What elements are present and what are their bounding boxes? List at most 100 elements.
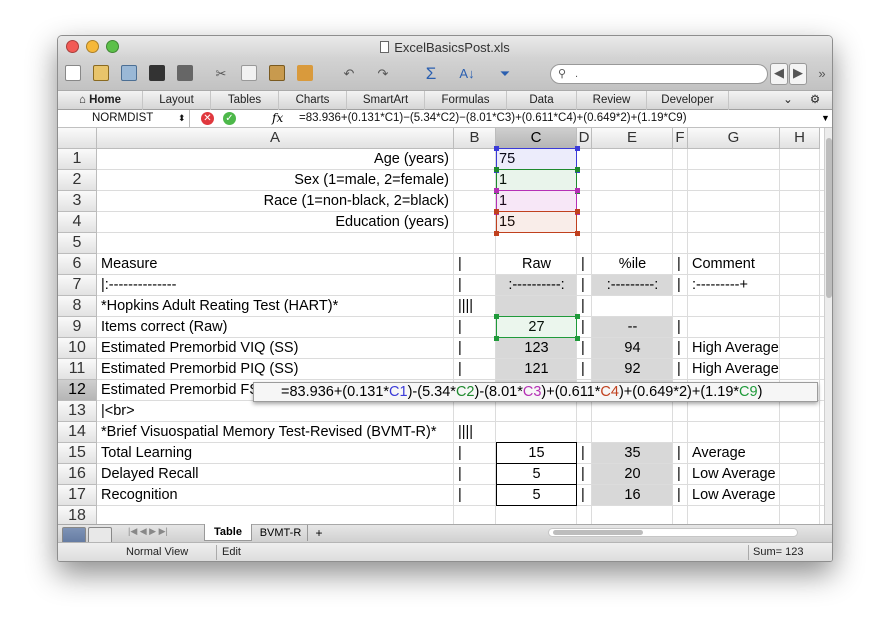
cell-a6[interactable]: Measure	[97, 254, 454, 274]
tab-data[interactable]: Data	[507, 91, 577, 110]
cell-a15[interactable]: Total Learning	[97, 443, 454, 463]
cell-g7[interactable]: :---------+	[688, 275, 780, 295]
cell-a7[interactable]: |:--------------	[97, 275, 454, 295]
cell-c7[interactable]: :----------:	[496, 275, 577, 295]
row-header-5[interactable]: 5	[58, 233, 97, 254]
sheet-tab-bvmt-r[interactable]: BVMT-R	[254, 525, 308, 541]
cell-e16[interactable]: 20	[592, 464, 673, 484]
reference-handle[interactable]	[494, 188, 499, 193]
cell-e15[interactable]: 35	[592, 443, 673, 463]
cell-b8[interactable]: ||||	[454, 296, 496, 316]
row-header-13[interactable]: 13	[58, 401, 97, 422]
templates-button[interactable]	[90, 63, 112, 85]
cell-d8[interactable]: |	[577, 296, 592, 316]
cell-g10[interactable]: High Average	[688, 338, 780, 358]
row-header-18[interactable]: 18	[58, 506, 97, 524]
cell-d7[interactable]: |	[577, 275, 592, 295]
cell-e11[interactable]: 92	[592, 359, 673, 379]
print-button[interactable]	[174, 63, 196, 85]
ribbon-settings-gear-icon[interactable]: ⚙	[802, 91, 828, 110]
column-header-c[interactable]: C	[496, 128, 577, 149]
open-button[interactable]	[118, 63, 140, 85]
cell-b14[interactable]: ||||	[454, 422, 496, 442]
filter-button[interactable]: ⏷	[490, 63, 520, 85]
new-workbook-button[interactable]	[62, 63, 84, 85]
cell-a8[interactable]: *Hopkins Adult Reating Test (HART)*	[97, 296, 454, 316]
select-all-corner[interactable]	[58, 128, 97, 149]
cell-e7[interactable]: :---------:	[592, 275, 673, 295]
row-header-10[interactable]: 10	[58, 338, 97, 359]
cell-d16[interactable]: |	[577, 464, 592, 484]
reference-handle[interactable]	[494, 231, 499, 236]
cell-a13[interactable]: |<br>	[97, 401, 454, 421]
cell-a17[interactable]: Recognition	[97, 485, 454, 505]
cell-g11[interactable]: High Average	[688, 359, 780, 379]
reference-handle[interactable]	[575, 146, 580, 151]
reference-handle[interactable]	[575, 231, 580, 236]
reference-handle[interactable]	[494, 167, 499, 172]
cell-e6[interactable]: %ile	[592, 254, 673, 274]
sort-button[interactable]: A↓	[452, 63, 482, 85]
cell-b7[interactable]: |	[454, 275, 496, 295]
reference-handle[interactable]	[575, 209, 580, 214]
cell-a9[interactable]: Items correct (Raw)	[97, 317, 454, 337]
cell-a11[interactable]: Estimated Premorbid PIQ (SS)	[97, 359, 454, 379]
horizontal-scroll-thumb[interactable]	[553, 530, 643, 535]
cell-a2[interactable]: Sex (1=male, 2=female)	[97, 170, 454, 190]
tab-developer[interactable]: Developer	[647, 91, 729, 110]
cell-b17[interactable]: |	[454, 485, 496, 505]
row-header-8[interactable]: 8	[58, 296, 97, 317]
ribbon-collapse-button[interactable]: ⌄	[778, 91, 798, 110]
cell-f6[interactable]: |	[673, 254, 688, 274]
row-header-12[interactable]: 12	[58, 380, 97, 401]
cell-g17[interactable]: Low Average	[688, 485, 780, 505]
tab-home[interactable]: ⌂ Home	[58, 91, 143, 110]
row-header-16[interactable]: 16	[58, 464, 97, 485]
reference-handle[interactable]	[575, 167, 580, 172]
row-header-7[interactable]: 7	[58, 275, 97, 296]
cell-e9[interactable]: --	[592, 317, 673, 337]
row-header-15[interactable]: 15	[58, 443, 97, 464]
cell-f17[interactable]: |	[673, 485, 688, 505]
reference-handle[interactable]	[575, 188, 580, 193]
add-sheet-button[interactable]: +	[312, 525, 326, 541]
reference-handle[interactable]	[494, 336, 499, 341]
cell-f7[interactable]: |	[673, 275, 688, 295]
cell-b10[interactable]: |	[454, 338, 496, 358]
column-header-a[interactable]: A	[97, 128, 454, 149]
cell-e17[interactable]: 16	[592, 485, 673, 505]
cell-f10[interactable]: |	[673, 338, 688, 358]
search-forward-button[interactable]: ▶	[789, 63, 807, 85]
cancel-formula-icon[interactable]: ✕	[201, 112, 214, 125]
row-header-6[interactable]: 6	[58, 254, 97, 275]
tab-tables[interactable]: Tables	[211, 91, 279, 110]
name-box[interactable]: NORMDIST ⬍	[58, 110, 190, 127]
undo-button[interactable]: ↶	[334, 63, 364, 85]
vertical-scroll-thumb[interactable]	[826, 138, 832, 298]
row-header-2[interactable]: 2	[58, 170, 97, 191]
cell-c11[interactable]: 121	[496, 359, 577, 379]
horizontal-scrollbar[interactable]	[548, 528, 798, 537]
row-header-3[interactable]: 3	[58, 191, 97, 212]
column-header-h[interactable]: H	[780, 128, 820, 149]
row-header-11[interactable]: 11	[58, 359, 97, 380]
cell-b9[interactable]: |	[454, 317, 496, 337]
copy-button[interactable]	[238, 63, 260, 85]
column-header-g[interactable]: G	[688, 128, 780, 149]
cut-button[interactable]: ✂	[210, 63, 232, 85]
autosum-button[interactable]: Σ	[416, 63, 446, 85]
tab-formulas[interactable]: Formulas	[425, 91, 507, 110]
formula-input[interactable]: =83.936+(0.131*C1)−(5.34*C2)−(8.01*C3)+(…	[299, 110, 687, 127]
tab-review[interactable]: Review	[577, 91, 647, 110]
reference-handle[interactable]	[494, 146, 499, 151]
redo-button[interactable]: ↷	[368, 63, 398, 85]
cell-f9[interactable]: |	[673, 317, 688, 337]
row-header-17[interactable]: 17	[58, 485, 97, 506]
cell-g16[interactable]: Low Average	[688, 464, 780, 484]
sheet-tab-table[interactable]: Table	[204, 524, 252, 541]
formula-expand-icon[interactable]: ▼	[821, 110, 830, 127]
cell-d6[interactable]: |	[577, 254, 592, 274]
cell-d17[interactable]: |	[577, 485, 592, 505]
search-field[interactable]: ⚲.	[550, 64, 768, 84]
spreadsheet-grid[interactable]: A B C D E F G H 1 2 3 4 5 6 7 8 9 10 11 12 13 14 15 16 17 18 Age (…	[58, 128, 824, 524]
